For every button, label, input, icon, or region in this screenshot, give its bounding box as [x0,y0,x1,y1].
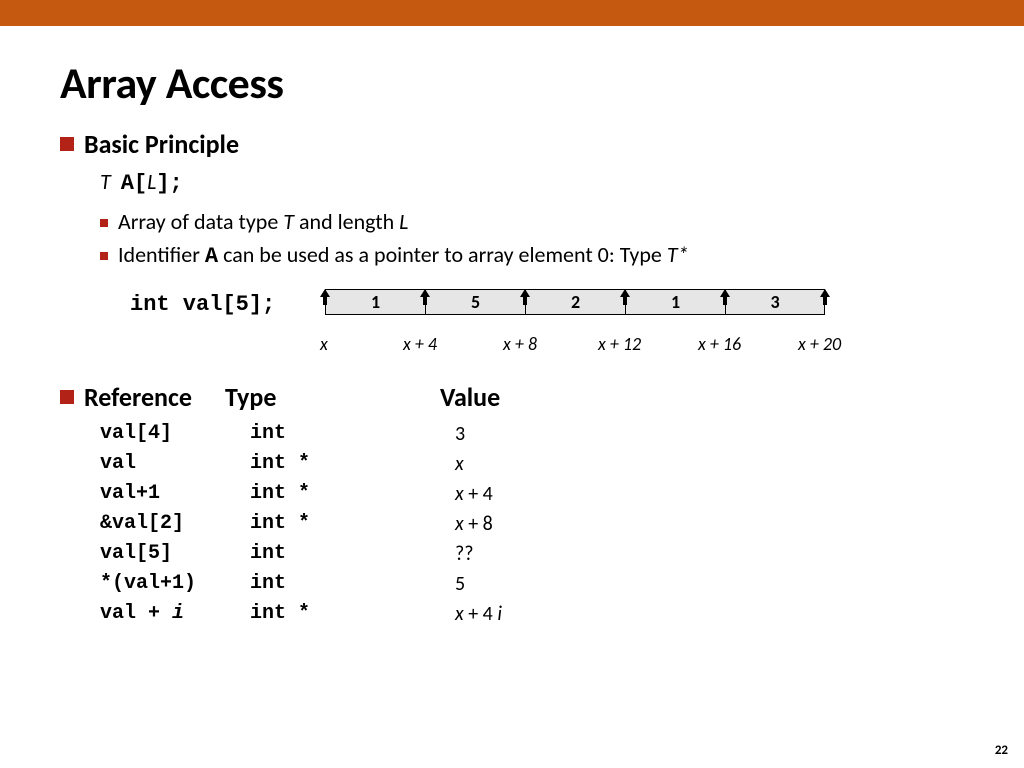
array-cell: 2 [525,289,625,315]
address-label: x + 4 [403,333,437,355]
ref-cell: val [100,449,250,479]
bullet-square-icon [100,252,108,260]
section-basic-principle-label: Basic Principle [84,128,239,160]
address-label: x [320,333,328,355]
ref-cell: val + i [100,599,250,629]
bullet-square-icon [60,390,74,404]
array-cell: 5 [425,289,525,315]
rtv-header: Reference Type Value [60,381,964,413]
type-cell: int [250,419,455,449]
bullet-1-T: T [283,208,294,235]
decl-length-L: L [147,168,156,195]
ref-cell: *(val+1) [100,569,250,599]
rtv-row: val int * x [100,449,964,479]
address-label: x + 20 [798,333,841,355]
bullet-square-icon [60,137,74,151]
arrow-up-icon [618,289,632,305]
array-cells: 1 5 2 1 3 [325,289,825,315]
arrow-up-icon [318,289,332,305]
decl-close: ]; [156,171,182,196]
rtv-rows: val[4] int 3 val int * x val+1 int * x +… [100,419,964,629]
rtv-row: val[5] int ?? [100,539,964,569]
col-value-label: Value [440,381,640,413]
value-cell: 3 [455,419,465,449]
type-cell: int [250,569,455,599]
array-cell: 3 [725,289,825,315]
slide-body: Array Access Basic Principle T A[L]; Arr… [0,26,1024,768]
value-cell: 5 [455,569,465,599]
type-cell: int [250,539,455,569]
value-cell: x + 8 [455,509,493,539]
arrow-up-icon [818,289,832,305]
bullet-2-text-a: Identifier [118,241,205,268]
value-cell: x + 4 i [455,599,502,629]
arrow-up-icon [418,289,432,305]
ref-cell: val[5] [100,539,250,569]
rtv-row: val[4] int 3 [100,419,964,449]
address-label: x + 12 [598,333,641,355]
array-diagram: int val[5]; 1 5 2 1 3 x x + 4 x + 8 [130,289,964,359]
decl-A-open: A[ [121,171,147,196]
page-number: 22 [995,743,1008,758]
bullet-2-text-b: can be used as a pointer to array elemen… [218,241,667,268]
arrow-up-icon [518,289,532,305]
bullet-1-text-b: and length [294,208,399,235]
arrow-up-icon [718,289,732,305]
rtv-row: &val[2] int * x + 8 [100,509,964,539]
address-label: x + 8 [503,333,537,355]
value-cell: ?? [455,539,474,569]
basic-bullets: Array of data type T and length L Identi… [100,208,964,269]
type-cell: int * [250,509,455,539]
top-accent-bar [0,0,1024,26]
rtv-row: *(val+1) int 5 [100,569,964,599]
section-basic-principle: Basic Principle [60,128,964,160]
type-cell: int * [250,449,455,479]
rtv-row: val+1 int * x + 4 [100,479,964,509]
diagram-declaration: int val[5]; [130,292,275,317]
value-cell: x + 4 [455,479,493,509]
col-reference: Reference [60,381,225,413]
ref-cell: val+1 [100,479,250,509]
bullet-2: Identifier A can be used as a pointer to… [100,241,964,269]
bullet-2-A: A [205,244,218,269]
array-declaration: T A[L]; [100,168,964,196]
col-type-label: Type [225,381,440,413]
bullet-2-Tstar: T* [667,241,689,268]
ref-cell: &val[2] [100,509,250,539]
array-cell: 1 [325,289,425,315]
col-reference-label: Reference [84,381,192,413]
rtv-row: val + i int * x + 4 i [100,599,964,629]
address-label: x + 16 [698,333,741,355]
value-cell: x [455,449,464,479]
bullet-1-text-a: Array of data type [118,208,283,235]
array-cell: 1 [625,289,725,315]
bullet-square-icon [100,219,108,227]
decl-type-T: T [100,168,111,195]
slide-title: Array Access [60,56,964,110]
ref-cell: val[4] [100,419,250,449]
type-cell: int * [250,479,455,509]
bullet-1-L: L [399,208,408,235]
bullet-1: Array of data type T and length L [100,208,964,235]
type-cell: int * [250,599,455,629]
